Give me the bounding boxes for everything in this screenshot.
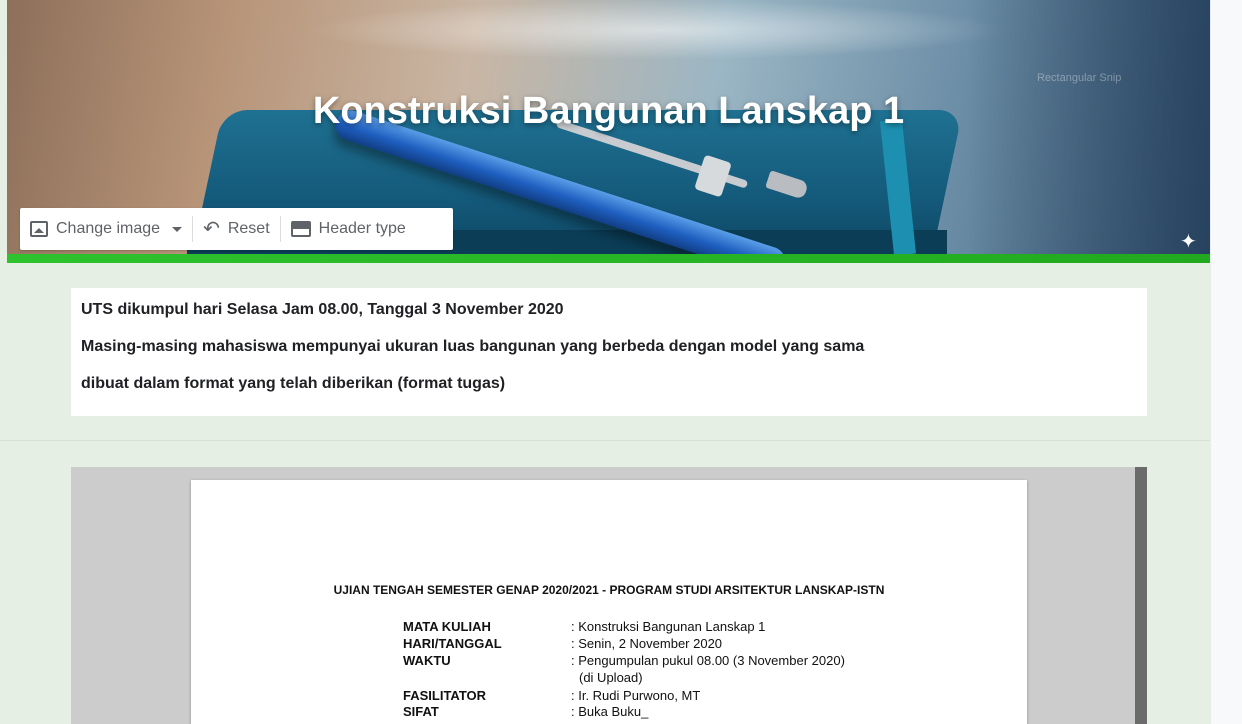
change-image-label: Change image	[56, 220, 161, 237]
document-title: UJIAN TENGAH SEMESTER GENAP 2020/2021 - …	[333, 583, 885, 597]
embedded-document-viewer[interactable]: UJIAN TENGAH SEMESTER GENAP 2020/2021 - …	[71, 467, 1147, 724]
header-toolbar: Change image ↶ Reset Header type	[20, 208, 453, 250]
document-row-label: SIFAT	[403, 704, 439, 719]
form-title[interactable]: Konstruksi Bangunan Lanskap 1	[7, 90, 1210, 133]
document-row-label: MATA KULIAH	[403, 619, 491, 634]
document-row-label	[403, 670, 571, 685]
document-row: (di Upload)	[403, 670, 643, 685]
document-row-label: FASILITATOR	[403, 688, 487, 703]
document-row-value: (di Upload)	[579, 670, 643, 685]
change-image-button[interactable]: Change image	[20, 208, 192, 250]
header-type-label: Header type	[318, 220, 406, 237]
description-line: UTS dikumpul hari Selasa Jam 08.00, Tang…	[81, 301, 564, 318]
document-scrollbar[interactable]	[1135, 467, 1147, 724]
document-row-value: : Ir. Rudi Purwono, MT	[571, 688, 701, 703]
document-page: UJIAN TENGAH SEMESTER GENAP 2020/2021 - …	[191, 480, 1027, 724]
section-divider	[0, 440, 1210, 441]
reset-button[interactable]: ↶ Reset	[193, 208, 280, 250]
reset-label: Reset	[227, 220, 270, 237]
image-icon	[30, 221, 48, 237]
sparkle-icon[interactable]: ✦	[1180, 232, 1197, 252]
right-side-panel	[1210, 0, 1242, 724]
document-row-value: : Buka Buku_	[571, 704, 649, 719]
watermark-text: Rectangular Snip	[1037, 72, 1122, 84]
document-row-value: : Konstruksi Bangunan Lanskap 1	[571, 619, 766, 634]
document-row-value: : Pengumpulan pukul 08.00 (3 November 20…	[571, 653, 845, 668]
form-description[interactable]: UTS dikumpul hari Selasa Jam 08.00, Tang…	[71, 288, 1147, 416]
document-row: FASILITATOR : Ir. Rudi Purwono, MT	[403, 688, 700, 703]
theme-color-bar	[7, 254, 1210, 263]
dropdown-caret-icon	[172, 226, 183, 232]
document-row: MATA KULIAH : Konstruksi Bangunan Lanska…	[403, 619, 765, 634]
description-line: dibuat dalam format yang telah diberikan…	[81, 375, 506, 392]
description-line: Masing-masing mahasiswa mempunyai ukuran…	[81, 338, 865, 355]
reset-icon: ↶	[203, 218, 220, 240]
banner-highlight	[307, 0, 1007, 60]
header-type-icon	[290, 221, 311, 237]
document-row-label: WAKTU	[403, 653, 451, 668]
document-row-value: : Senin, 2 November 2020	[571, 636, 723, 651]
document-row: HARI/TANGGAL : Senin, 2 November 2020	[403, 636, 722, 651]
header-type-button[interactable]: Header type	[281, 208, 416, 250]
document-row-label: HARI/TANGGAL	[403, 636, 502, 651]
document-row: SIFAT : Buka Buku_	[403, 704, 648, 719]
document-row: WAKTU : Pengumpulan pukul 08.00 (3 Novem…	[403, 653, 845, 668]
